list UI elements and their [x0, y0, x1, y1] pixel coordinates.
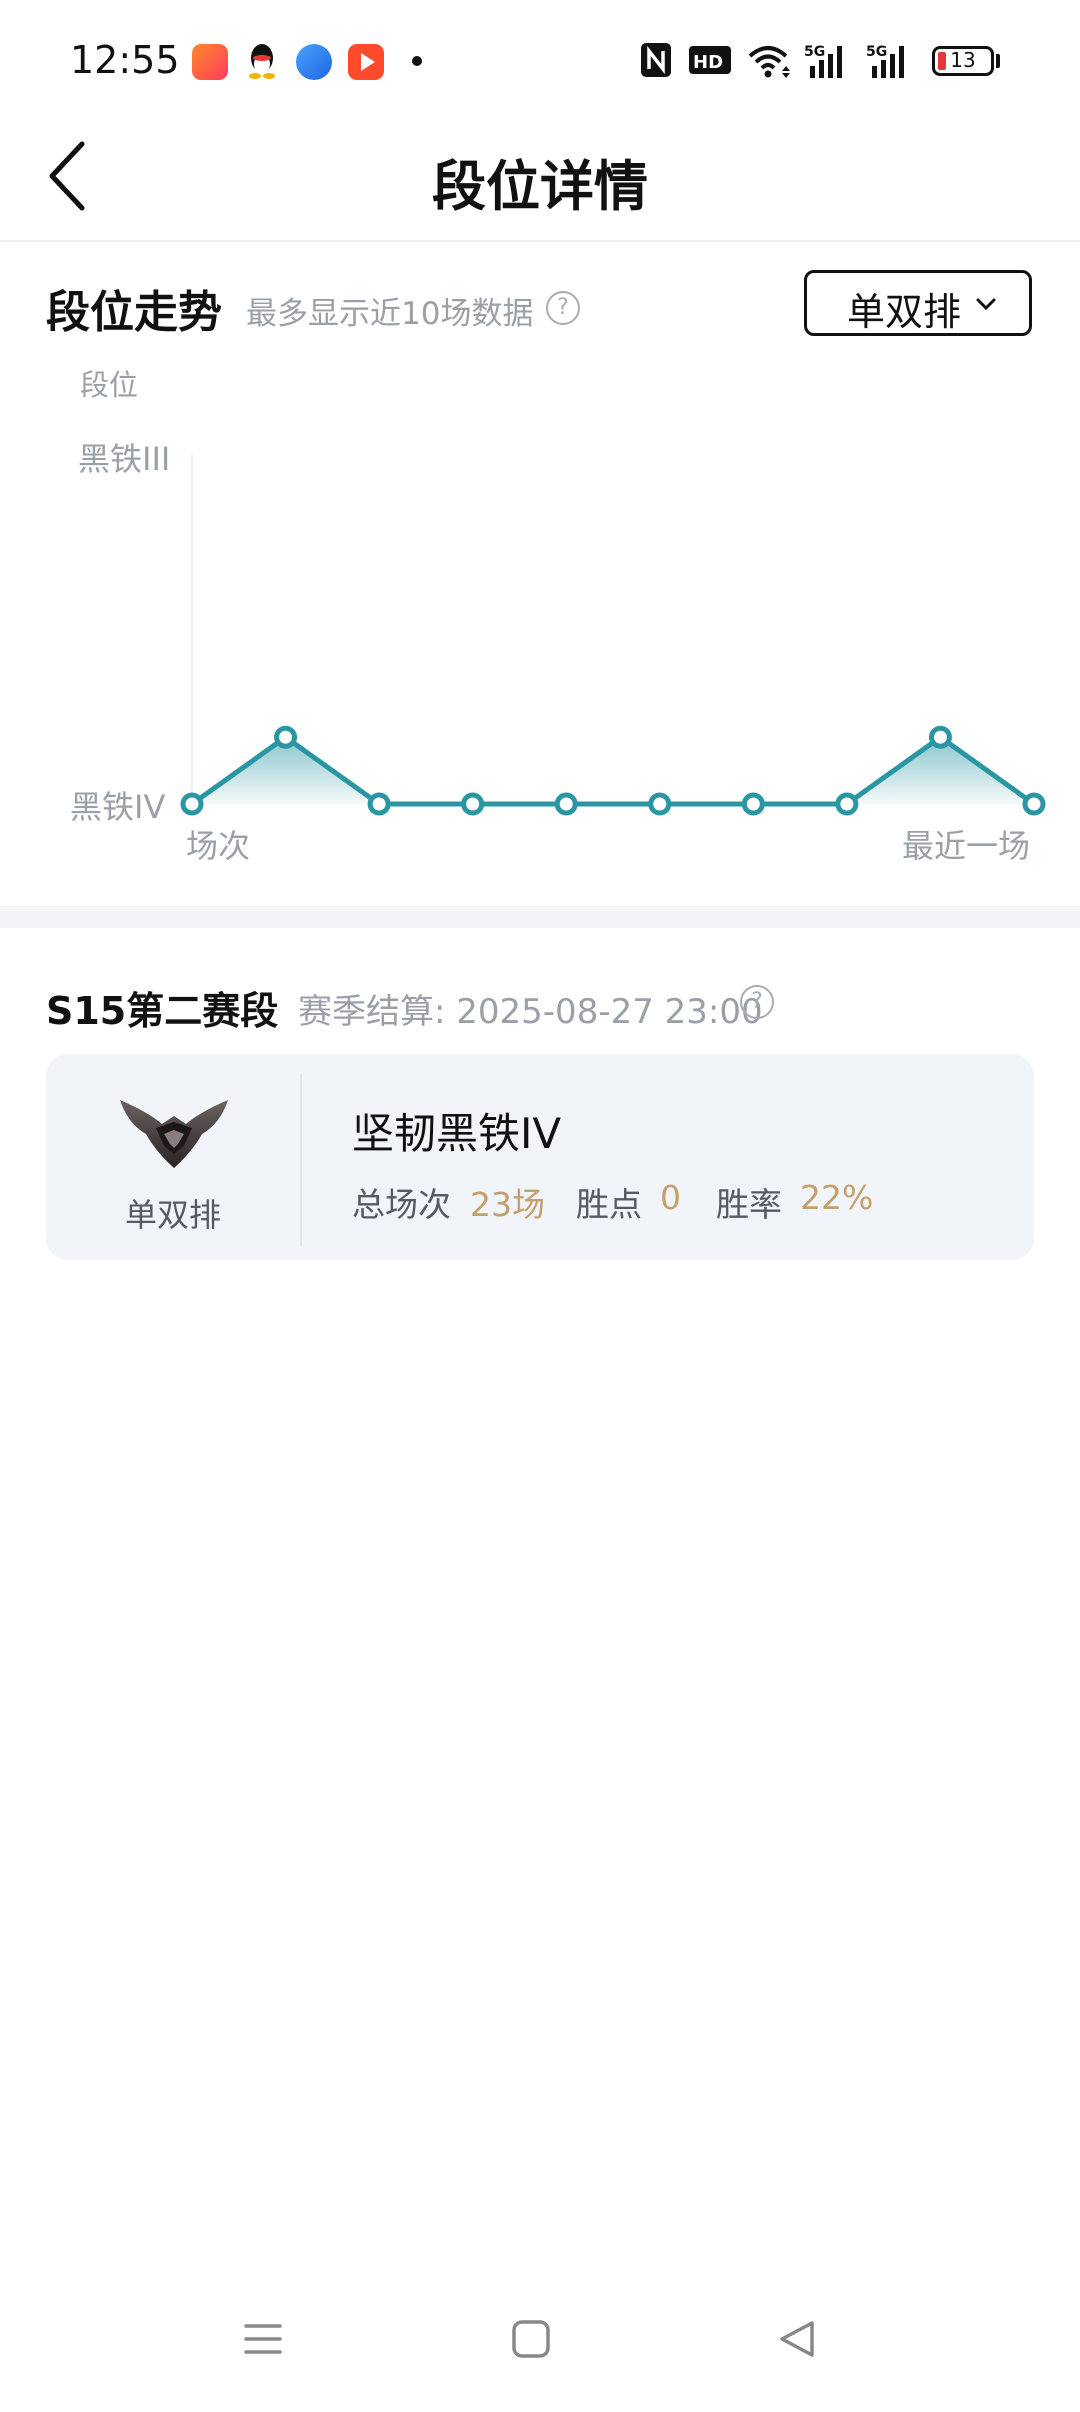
lp-label: 胜点 [576, 1185, 642, 1224]
y-axis-label: 段位 [80, 368, 138, 402]
season-settle-time: 赛季结算: 2025-08-27 23:00 [298, 992, 763, 1032]
svg-text:5G: 5G [804, 44, 825, 60]
trend-point-3[interactable] [367, 792, 391, 816]
y-tick-upper: 黑铁III [78, 440, 170, 478]
total-games-label: 总场次 [352, 1185, 451, 1224]
trend-hint: 最多显示近10场数据 [246, 296, 534, 332]
dot-icon [412, 56, 422, 66]
trend-point-7[interactable] [741, 792, 765, 816]
trend-point-1[interactable] [180, 792, 204, 816]
trend-point-10[interactable] [1022, 792, 1046, 816]
kuaishou-app-icon [192, 44, 228, 80]
chevron-down-icon [976, 298, 996, 311]
home-nav-icon[interactable] [510, 2318, 552, 2364]
signal-5g-icon: 5G [804, 42, 852, 80]
winrate-label: 胜率 [716, 1185, 782, 1224]
trend-point-6[interactable] [648, 792, 672, 816]
page-title: 段位详情 [432, 155, 648, 218]
queue-select[interactable]: 单双排 [804, 270, 1032, 336]
card-divider [300, 1074, 302, 1246]
video-icon [348, 44, 384, 80]
card-queue-label: 单双排 [124, 1196, 221, 1234]
lp-value: 0 [660, 1178, 681, 1217]
signal-5g-icon: 5G [866, 42, 914, 80]
y-tick-lower: 黑铁IV [70, 788, 165, 826]
trend-point-4[interactable] [461, 792, 485, 816]
status-time: 12:55 [70, 38, 180, 82]
total-games-value: 23场 [470, 1185, 545, 1224]
trend-area [192, 737, 1034, 804]
x-end-label: 最近一场 [902, 827, 1030, 865]
season-title: S15第二赛段 [46, 989, 279, 1033]
battery-tip [996, 54, 1000, 68]
x-start-label: 场次 [186, 827, 250, 865]
iron-rank-emblem-icon [118, 1094, 230, 1170]
battery-icon: 13 [932, 46, 994, 76]
trend-title: 段位走势 [46, 287, 222, 338]
battery-level: 13 [950, 48, 976, 72]
queue-select-label: 单双排 [847, 290, 962, 334]
menu-nav-icon[interactable] [242, 2318, 284, 2364]
trend-point-8[interactable] [835, 792, 859, 816]
trend-point-5[interactable] [554, 792, 578, 816]
section-divider [0, 906, 1080, 928]
hd-icon: HD [688, 42, 732, 80]
qq-icon [246, 42, 278, 86]
trend-point-9[interactable] [928, 725, 952, 749]
nfc-icon [640, 42, 672, 80]
svg-text:HD: HD [693, 52, 723, 73]
back-nav-icon[interactable] [776, 2318, 818, 2364]
winrate-value: 22% [800, 1178, 874, 1217]
help-icon[interactable]: ? [740, 985, 774, 1019]
wifi-icon [746, 42, 794, 80]
rank-trend-chart: 段位 黑铁III 黑铁IV 场次 最近一场 [70, 368, 1046, 865]
help-icon[interactable]: ? [546, 291, 580, 325]
status-bar: 12:55 HD 5G 5G 13 [0, 0, 1080, 120]
svg-text:5G: 5G [866, 44, 887, 60]
rank-name: 坚韧黑铁IV [352, 1109, 562, 1158]
browser-icon [296, 44, 332, 80]
trend-point-2[interactable] [274, 725, 298, 749]
